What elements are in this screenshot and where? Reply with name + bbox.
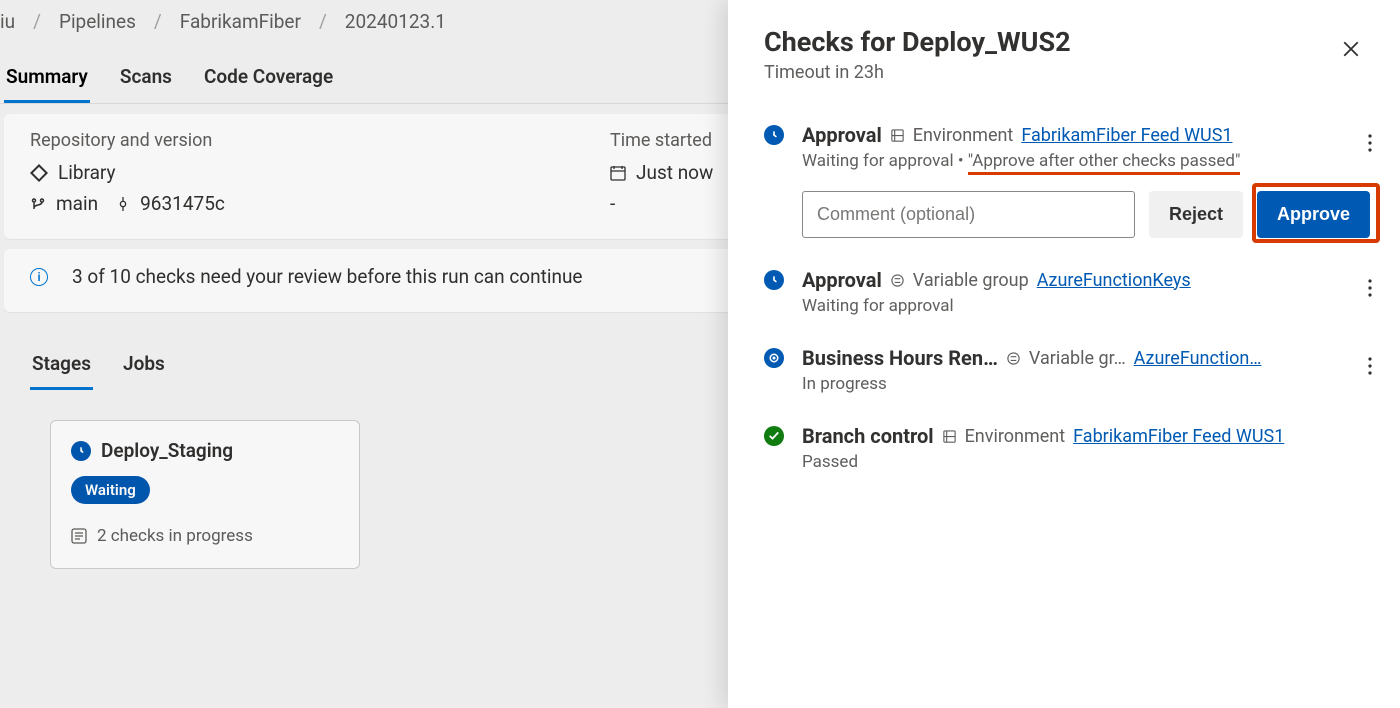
close-button[interactable] [1342,40,1360,62]
check-name: Approval [802,123,882,147]
pending-icon [764,125,784,145]
resource-type: Environment [913,125,1014,146]
check-status: Passed [802,452,858,472]
resource-type: Variable gr… [1029,348,1126,369]
approve-button[interactable]: Approve [1257,191,1370,238]
approval-actions: Reject Approve [802,191,1370,238]
breadcrumb-item[interactable]: 20240123.1 [345,10,446,33]
environment-icon [942,429,957,444]
alert-text: 3 of 10 checks need your review before t… [72,265,583,288]
breadcrumb-separator: / [154,10,162,33]
resource-type: Environment [965,426,1066,447]
check-item: Approval Variable group AzureFunctionKey… [764,268,1370,316]
resource-link[interactable]: FabrikamFiber Feed WUS1 [1073,426,1284,447]
variable-group-icon [1006,351,1021,366]
check-status: Waiting for approval [802,296,954,316]
breadcrumb-separator: / [319,10,327,33]
panel-timeout: Timeout in 23h [764,62,1370,83]
status-badge: Waiting [71,476,150,504]
waiting-icon [71,441,91,461]
time-started: Just now [636,161,713,184]
check-item: Branch control Environment FabrikamFiber… [764,424,1370,472]
variable-group-icon [890,273,905,288]
check-item: Approval Environment FabrikamFiber Feed … [764,123,1370,238]
branch-icon [30,196,46,212]
check-name: Business Hours Ren… [802,346,998,370]
more-actions-button[interactable] [1368,356,1372,381]
resource-link[interactable]: AzureFunctionKeys [1037,270,1191,291]
checklist-icon [71,528,87,544]
check-status: Waiting for approval • "Approve after ot… [802,151,1240,171]
pending-icon [764,270,784,290]
kebab-icon [1368,279,1372,297]
calendar-icon [610,165,626,181]
close-icon [1342,40,1360,58]
checks-list: Approval Environment FabrikamFiber Feed … [764,123,1370,472]
more-actions-button[interactable] [1368,133,1372,158]
more-actions-button[interactable] [1368,278,1372,303]
kebab-icon [1368,134,1372,152]
environment-icon [890,128,905,143]
kebab-icon [1368,357,1372,375]
branch-name[interactable]: main [56,192,98,215]
resource-link[interactable]: FabrikamFiber Feed WUS1 [1021,125,1232,146]
tab-code-coverage[interactable]: Code Coverage [202,55,335,103]
breadcrumb-item[interactable]: FabrikamFiber [180,10,301,33]
checks-panel: Checks for Deploy_WUS2 Timeout in 23h Ap… [728,0,1400,708]
breadcrumb-item[interactable]: Pipelines [59,10,136,33]
stage-title: Deploy_Staging [101,439,233,462]
check-status-sep: • [954,151,968,171]
tab-stages[interactable]: Stages [30,342,93,390]
repo-icon [30,164,48,182]
tab-scans[interactable]: Scans [118,55,174,103]
repo-name[interactable]: Library [58,161,116,184]
repo-heading: Repository and version [30,130,510,151]
tab-jobs[interactable]: Jobs [121,342,167,390]
resource-type: Variable group [913,270,1029,291]
check-name: Approval [802,268,882,292]
check-status: In progress [802,374,887,394]
panel-title: Checks for Deploy_WUS2 [764,26,1370,58]
check-name: Branch control [802,424,934,448]
passed-icon [764,426,784,446]
breadcrumb-separator: / [33,10,41,33]
reject-button[interactable]: Reject [1149,191,1243,238]
check-item: Business Hours Ren… Variable gr… AzureFu… [764,346,1370,394]
breadcrumb-item[interactable]: iu [0,10,15,33]
tab-summary[interactable]: Summary [4,55,90,103]
commit-icon [116,197,130,211]
duration: - [610,192,615,215]
commit-hash[interactable]: 9631475c [140,192,225,215]
comment-input[interactable] [802,191,1135,238]
check-status-note: "Approve after other checks passed" [968,151,1241,171]
info-icon: i [30,268,48,286]
in-progress-icon [764,348,784,368]
time-heading: Time started [610,130,713,151]
stage-substatus: 2 checks in progress [97,526,253,546]
resource-link[interactable]: AzureFunction… [1134,348,1262,369]
stage-card[interactable]: Deploy_Staging Waiting 2 checks in progr… [50,420,360,569]
check-status-part: Waiting for approval [802,151,954,171]
